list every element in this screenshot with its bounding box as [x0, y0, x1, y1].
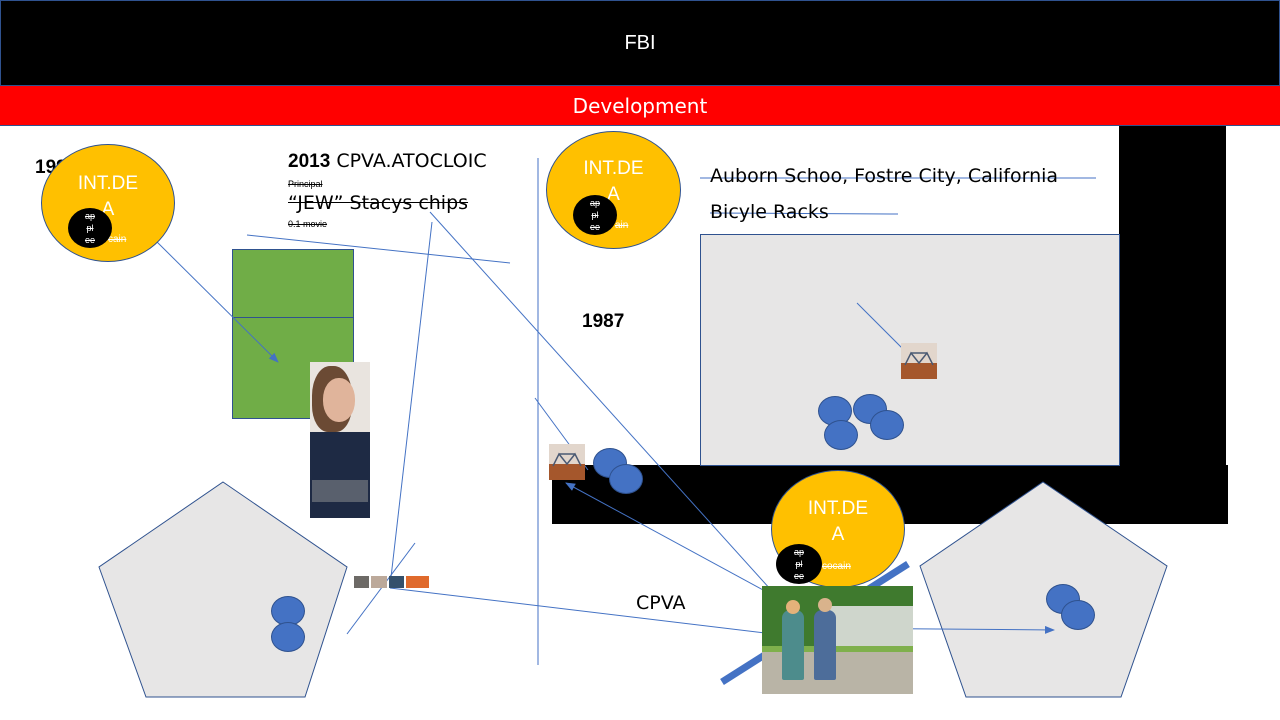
headline-line-2: “JEW” Stacys chips: [288, 192, 469, 214]
blue-dot: [609, 464, 643, 494]
location-line-1: Auborn Schoo, Fostre City, California: [710, 165, 1059, 187]
mini-black-circle: ap pl ee: [68, 208, 112, 248]
year-label-1987: 1987: [582, 311, 625, 332]
int-dea-circle-middle: INT.DE A ain ap pl ee: [546, 131, 681, 249]
mini-text: ee: [84, 235, 95, 245]
mini-text: ap: [589, 198, 600, 208]
circle-title: INT.DE A: [807, 498, 869, 545]
circle-side-text: cocain: [822, 561, 851, 572]
bicycle-rack-icon: [901, 343, 937, 379]
blue-dot: [824, 420, 858, 450]
circle-side-text: ain: [615, 220, 629, 231]
headline-line-1: 2013 CPVA.ATOCLOIC: [288, 150, 487, 173]
thumbnail-strip: [354, 576, 429, 588]
headline-sub-2: 0.1 movie: [288, 219, 328, 229]
blue-dot: [271, 622, 305, 652]
mini-text: ee: [589, 222, 600, 232]
mini-text: ap: [793, 547, 804, 557]
location-line-2: Bicyle Racks: [710, 201, 829, 223]
int-dea-circle-bottom: INT.DE A cocain ap pl ee: [771, 470, 905, 588]
mini-text: pl: [591, 210, 599, 220]
mini-text: ap: [84, 211, 95, 221]
blue-dot: [870, 410, 904, 440]
mini-black-circle: ap pl ee: [776, 544, 822, 584]
mini-text: pl: [86, 223, 94, 233]
bicycle-rack-icon: [904, 351, 934, 366]
bicycle-rack-icon: [549, 444, 585, 480]
headline-sub-1: Principal: [288, 179, 323, 189]
cpva-label: CPVA: [636, 592, 686, 614]
headline-org: CPVA.ATOCLOIC: [336, 150, 487, 172]
mini-text: ee: [793, 571, 804, 581]
mini-text: pl: [795, 559, 803, 569]
woman-portrait-photo: [310, 362, 370, 518]
people-walking-photo: [762, 586, 913, 694]
headline-year: 2013: [288, 151, 331, 172]
bicycle-rack-icon: [552, 452, 582, 467]
mini-black-circle: ap pl ee: [573, 195, 617, 235]
pentagon-right: [919, 481, 1168, 698]
blue-dot: [1061, 600, 1095, 630]
int-dea-circle-left: INT.DE A cain ap pl ee: [41, 144, 175, 262]
